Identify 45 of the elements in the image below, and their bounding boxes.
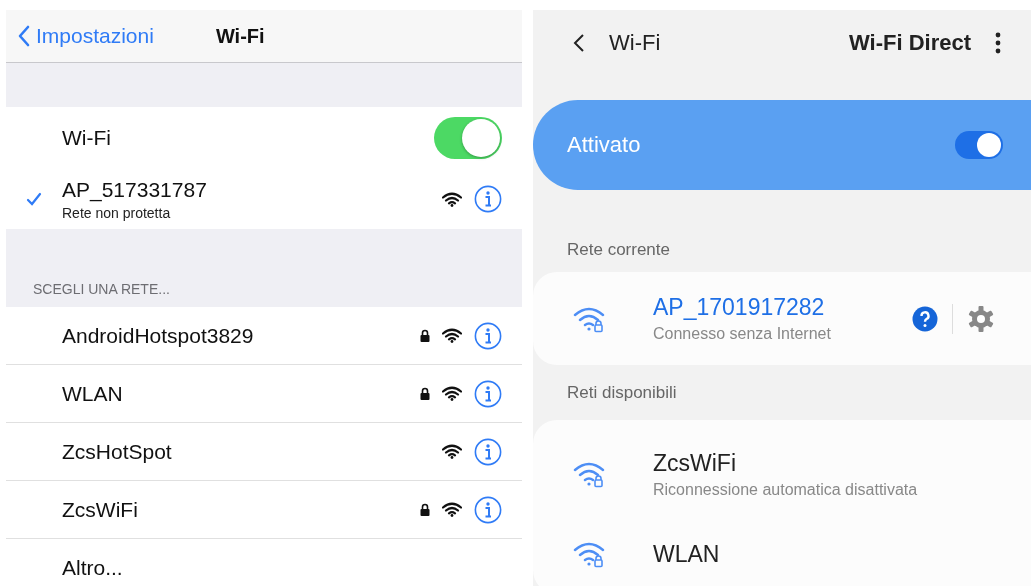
- screen-title: Wi-Fi: [215, 24, 265, 48]
- wifi-toggle[interactable]: [434, 117, 502, 159]
- wifi-signal-icon: [442, 502, 462, 517]
- info-icon[interactable]: [474, 321, 502, 350]
- info-icon[interactable]: [474, 495, 502, 524]
- info-icon[interactable]: [474, 185, 502, 213]
- back-link[interactable]: Impostazioni: [18, 24, 154, 48]
- network-name: AndroidHotspot3829: [62, 323, 254, 348]
- network-name: WLAN: [653, 540, 720, 568]
- wifi-signal-icon: [442, 191, 462, 207]
- section-label: Reti disponibili: [567, 382, 677, 403]
- network-name: ZcsWiFi: [653, 449, 738, 477]
- network-row[interactable]: WLAN: [533, 514, 1031, 586]
- network-row[interactable]: ZcsWiFi Riconnessione automatica disattivata: [533, 434, 1031, 514]
- current-network-card[interactable]: AP_1701917282 Connesso senza Internet: [533, 272, 1031, 365]
- network-row[interactable]: AndroidHotspot3829: [6, 307, 522, 365]
- section-label: Rete corrente: [567, 240, 670, 260]
- network-status: Rete non protetta: [62, 204, 172, 221]
- screen-title: Wi-Fi: [609, 29, 661, 56]
- other-network-link[interactable]: Altro...: [62, 555, 123, 580]
- network-status: Connesso senza Internet: [653, 325, 831, 343]
- network-status: Riconnessione automatica disattivata: [653, 480, 918, 499]
- wifi-signal-icon: [442, 328, 462, 343]
- network-row[interactable]: ZcsWiFi: [6, 481, 522, 539]
- network-name: AP_1701917282: [653, 294, 826, 321]
- more-options-icon[interactable]: [995, 31, 1001, 54]
- back-icon[interactable]: [573, 32, 585, 53]
- settings-icon[interactable]: [967, 304, 995, 333]
- master-switch-label: Attivato: [567, 132, 641, 158]
- wifi-signal-icon: [442, 444, 462, 459]
- back-chevron-icon: [18, 25, 30, 47]
- section-label: SCEGLI UNA RETE...: [33, 281, 170, 297]
- network-name: ZcsHotSpot: [62, 439, 172, 464]
- network-row[interactable]: ZcsHotSpot: [6, 423, 522, 481]
- network-name: ZcsWiFi: [62, 497, 138, 522]
- wifi-label: Wi-Fi: [62, 126, 111, 150]
- network-name: AP_517331787: [62, 177, 207, 202]
- help-icon[interactable]: [912, 305, 938, 332]
- wifi-signal-icon: [442, 386, 462, 401]
- wifi-direct-button[interactable]: Wi-Fi Direct: [848, 29, 971, 56]
- info-icon[interactable]: [474, 379, 502, 408]
- info-icon[interactable]: [474, 437, 502, 466]
- wifi-toggle[interactable]: [955, 131, 1003, 159]
- network-row[interactable]: WLAN: [6, 365, 522, 423]
- network-name: WLAN: [62, 381, 123, 406]
